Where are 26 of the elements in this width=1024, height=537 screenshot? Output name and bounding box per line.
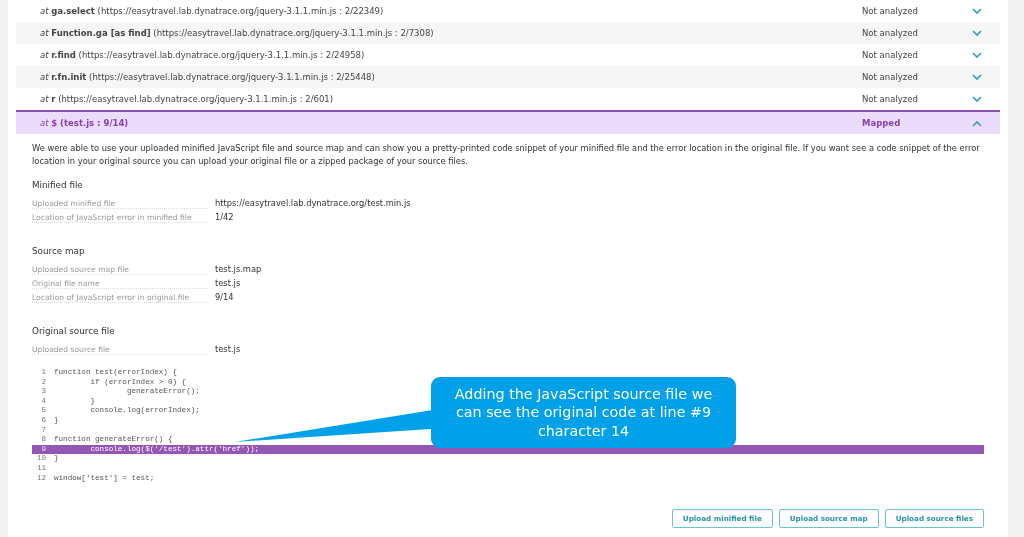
analysis-status: Not analyzed [862,28,919,38]
analysis-status: Not analyzed [862,6,919,16]
stack-frame-text: atr (https://easytravel.lab.dynatrace.org/jquery-3.1.1.min.js : 2/601) [40,94,335,104]
section-title: Original source file [32,326,116,336]
mapping-description: We were able to use your uploaded minified JavaScript file and source map and can show you a pretty-printed code snippet of your minified file and the error location in the original file. If you want see a code snippet of the error location in your original source you can upload your original file or a zipped package of your source files. [32,142,981,168]
section-title: Source map [32,246,86,256]
field-value: test.js [215,344,241,354]
stack-frame-text: at Function.ga [as find] (https://easytravel.lab.dynatrace.org/jquery-3.1.1.min.js : 2/7308) [40,28,435,38]
stack-frame-row[interactable]: at Function.ga [as find] (https://easytravel.lab.dynatrace.org/jquery-3.1.1.min.js : 2/7308) Not analyzed [16,22,1000,44]
field-value: 9/14 [215,292,234,302]
callout-annotation: Adding the JavaScript source file we can see the original code at line #9 character 14 [431,377,736,448]
stack-frame-row[interactable]: at $ (test.js : 9/14) Mapped [16,110,1000,134]
analysis-status: Not analyzed [862,50,919,60]
stack-frame-row[interactable]: at r.fn.init (https://easytravel.lab.dynatrace.org/jquery-3.1.1.min.js : 2/25448) Not analyzed [16,66,1000,88]
analysis-status: Not analyzed [862,94,919,104]
stack-frame-text: at r.fn.init (https://easytravel.lab.dynatrace.org/jquery-3.1.1.min.js : 2/25448) [40,72,376,82]
field-value: 1/42 [215,212,234,222]
stack-frame-text: at ga.select (https://easytravel.lab.dynatrace.org/jquery-3.1.1.min.js : 2/22349) [40,6,385,16]
field-value: test.js.map [215,264,262,274]
analysis-status: Not analyzed [862,72,919,82]
analysis-status: Mapped [862,118,902,128]
stack-frame-text: at r.find (https://easytravel.lab.dynatrace.org/jquery-3.1.1.min.js : 2/24958) [40,50,366,60]
stack-frame-text: at $ (test.js : 9/14) [40,118,130,128]
field-value: https://easytravel.lab.dynatrace.org/test.min.js [215,198,411,208]
field-value: test.js [215,278,241,288]
section-title: Minified file [32,180,84,190]
